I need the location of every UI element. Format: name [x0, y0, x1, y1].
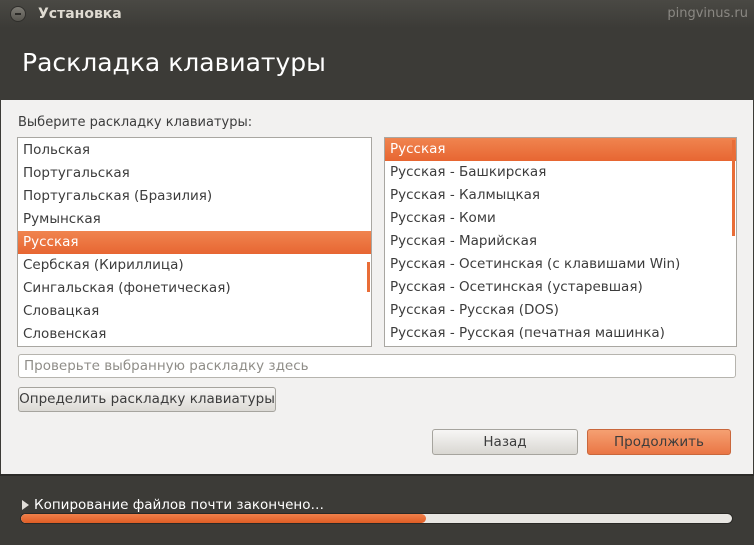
page-header: Раскладка клавиатуры [0, 28, 754, 100]
layout-list-item[interactable]: Сингальская (фонетическая) [18, 277, 371, 300]
variant-list-item[interactable]: Русская - Русская (печатная машинка) [385, 322, 736, 345]
layout-list-item[interactable]: Русская [18, 231, 371, 254]
variant-list-item[interactable]: Русская - Русская (DOS) [385, 299, 736, 322]
variant-list-item[interactable]: Русская - Осетинская (с клавишами Win) [385, 253, 736, 276]
title-bar: Установка pingvinus.ru [0, 0, 754, 28]
layout-list-item[interactable]: Португальская [18, 162, 371, 185]
watermark: pingvinus.ru [667, 6, 748, 21]
layout-list-item[interactable]: Сербская (Кириллица) [18, 254, 371, 277]
layout-list-item[interactable]: Румынская [18, 208, 371, 231]
variant-list[interactable]: Русская Русская - Башкирская Русская - Кал… [384, 137, 737, 347]
variant-list-item[interactable]: Русская - Калмыцкая [385, 184, 736, 207]
close-icon[interactable] [10, 6, 26, 22]
layout-list-item[interactable]: Польская [18, 139, 371, 162]
variant-list-scrollbar[interactable] [732, 140, 735, 236]
footer: Копирование файлов почти закончено… [0, 474, 754, 545]
expander-arrow-icon[interactable] [22, 500, 29, 510]
layout-list-item[interactable]: Словацкая [18, 300, 371, 323]
window-title: Установка [38, 6, 122, 22]
layout-list-item[interactable]: Словенская [18, 323, 371, 346]
test-layout-input[interactable] [18, 354, 736, 378]
continue-button[interactable]: Продолжить [587, 429, 731, 455]
variant-list-item[interactable]: Русская [385, 138, 736, 161]
variant-list-rows: Русская Русская - Башкирская Русская - Кал… [385, 138, 736, 345]
back-button[interactable]: Назад [432, 429, 578, 455]
layout-list-rows: Польская Португальская Португальская (Браз… [18, 138, 371, 346]
install-progress-bar [20, 513, 733, 524]
install-progress-fill [21, 514, 427, 523]
page-title: Раскладка клавиатуры [22, 48, 326, 77]
footer-divider [0, 474, 754, 476]
variant-list-item[interactable]: Русская - Марийская [385, 230, 736, 253]
layout-list-item[interactable]: Португальская (Бразилия) [18, 185, 371, 208]
variant-list-item[interactable]: Русская - Осетинская (устаревшая) [385, 276, 736, 299]
layout-list[interactable]: Польская Португальская Португальская (Браз… [17, 137, 372, 347]
layout-list-scrollbar[interactable] [367, 262, 370, 292]
layout-prompt: Выберите раскладку клавиатуры: [18, 115, 253, 130]
variant-list-item[interactable]: Русская - Башкирская [385, 161, 736, 184]
install-status: Копирование файлов почти закончено… [34, 497, 324, 513]
main-content: Выберите раскладку клавиатуры: Польская П… [1, 100, 753, 474]
variant-list-item[interactable]: Русская - Коми [385, 207, 736, 230]
detect-layout-button[interactable]: Определить раскладку клавиатуры [18, 387, 276, 412]
